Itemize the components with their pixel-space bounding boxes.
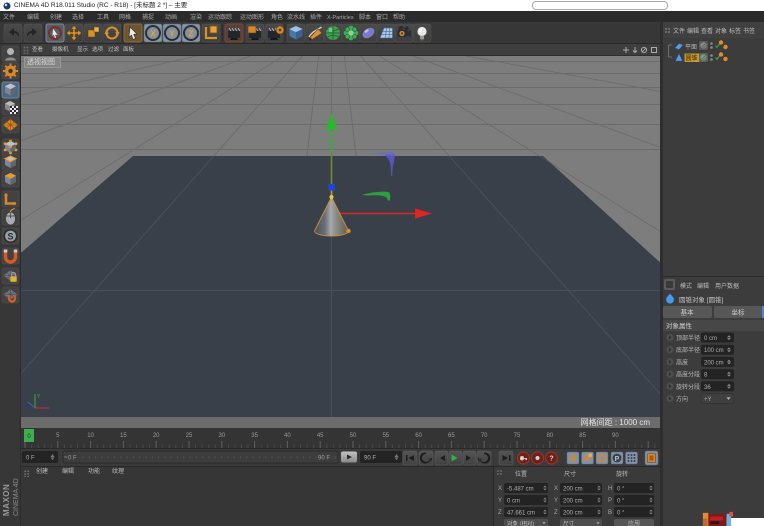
svg-text:0 F: 0 F: [26, 456, 35, 462]
svg-text:MAXON: MAXON: [2, 484, 11, 516]
svg-text:100 cm: 100 cm: [704, 348, 724, 354]
svg-text:15: 15: [120, 433, 127, 439]
svg-text:P: P: [615, 456, 620, 463]
svg-text:基本: 基本: [681, 308, 695, 317]
svg-text:Y: Y: [169, 29, 175, 38]
svg-text:Z: Z: [189, 29, 194, 38]
svg-text:45: 45: [317, 433, 324, 439]
svg-text:+Y: +Y: [704, 397, 712, 403]
svg-text:X: X: [150, 29, 156, 38]
svg-text:5: 5: [56, 433, 60, 439]
svg-text:200 cm: 200 cm: [563, 499, 583, 505]
svg-text:模式: 模式: [680, 282, 692, 290]
svg-text:B: B: [608, 510, 612, 516]
svg-text:0 cm: 0 cm: [704, 336, 717, 342]
svg-text:50: 50: [350, 433, 357, 439]
svg-text:平面: 平面: [685, 44, 697, 51]
svg-text:36: 36: [704, 385, 711, 391]
svg-text:方向: 方向: [676, 395, 688, 403]
svg-text:标签: 标签: [729, 27, 741, 35]
svg-text:旋转分段: 旋转分段: [676, 383, 700, 391]
svg-text:30: 30: [218, 433, 225, 439]
svg-text:0 °: 0 °: [617, 499, 625, 505]
svg-text:47.661 cm: 47.661 cm: [507, 511, 535, 517]
svg-text:75: 75: [514, 433, 521, 439]
svg-text:Y: Y: [498, 498, 502, 504]
svg-text:编辑: 编辑: [687, 27, 699, 35]
svg-text:Y: Y: [554, 498, 558, 504]
svg-text:90 F: 90 F: [318, 456, 330, 462]
svg-text:80: 80: [546, 433, 553, 439]
svg-text:圆锥对象 [圆锥]: 圆锥对象 [圆锥]: [679, 295, 724, 304]
svg-text:坐标: 坐标: [732, 308, 746, 317]
svg-text:200 cm: 200 cm: [563, 487, 583, 493]
svg-text:?: ?: [549, 456, 553, 463]
svg-text:编辑: 编辑: [697, 282, 709, 290]
svg-text:用户数据: 用户数据: [715, 282, 739, 290]
svg-text:35: 35: [251, 433, 258, 439]
svg-text:Z: Z: [554, 510, 558, 516]
svg-text:70: 70: [481, 433, 488, 439]
svg-text:25: 25: [186, 433, 193, 439]
svg-text:0 cm: 0 cm: [507, 499, 520, 505]
svg-text:Z: Z: [498, 510, 502, 516]
svg-text:200 cm: 200 cm: [563, 511, 583, 517]
svg-text:查看: 查看: [701, 27, 713, 35]
svg-text:60: 60: [415, 433, 422, 439]
svg-text:圆锥: 圆锥: [686, 54, 698, 62]
svg-text:55: 55: [382, 433, 389, 439]
svg-text:旋转: 旋转: [616, 470, 628, 478]
svg-text:尺寸: 尺寸: [564, 470, 576, 478]
svg-text:高度: 高度: [676, 358, 688, 366]
svg-text:90: 90: [612, 433, 619, 439]
svg-text:P: P: [608, 498, 612, 504]
svg-text:底部半径: 底部半径: [676, 346, 700, 354]
svg-text:65: 65: [448, 433, 455, 439]
svg-text:CINEMA 4D: CINEMA 4D: [13, 478, 20, 516]
svg-text:对象属性: 对象属性: [666, 321, 693, 330]
svg-text:位置: 位置: [515, 470, 527, 478]
svg-text:H: H: [608, 486, 612, 492]
svg-text:85: 85: [579, 433, 586, 439]
svg-text:0 °: 0 °: [617, 487, 625, 493]
svg-text:0 F: 0 F: [68, 456, 77, 462]
svg-text:40: 40: [284, 433, 291, 439]
svg-text:S: S: [7, 232, 13, 242]
svg-text:200 cm: 200 cm: [704, 360, 724, 366]
svg-text:10: 10: [87, 433, 94, 439]
svg-text:对象: 对象: [715, 27, 727, 35]
svg-text:书签: 书签: [743, 27, 755, 35]
svg-text:20: 20: [153, 433, 160, 439]
svg-text:文件: 文件: [673, 27, 685, 35]
svg-text:X: X: [554, 486, 558, 492]
svg-text:X: X: [498, 486, 502, 492]
svg-text:顶部半径: 顶部半径: [676, 334, 700, 342]
svg-text:-5.487 cm: -5.487 cm: [507, 487, 534, 493]
svg-text:90 F: 90 F: [364, 456, 376, 462]
svg-text:高度分段: 高度分段: [676, 371, 700, 379]
svg-text:0 °: 0 °: [617, 511, 625, 517]
